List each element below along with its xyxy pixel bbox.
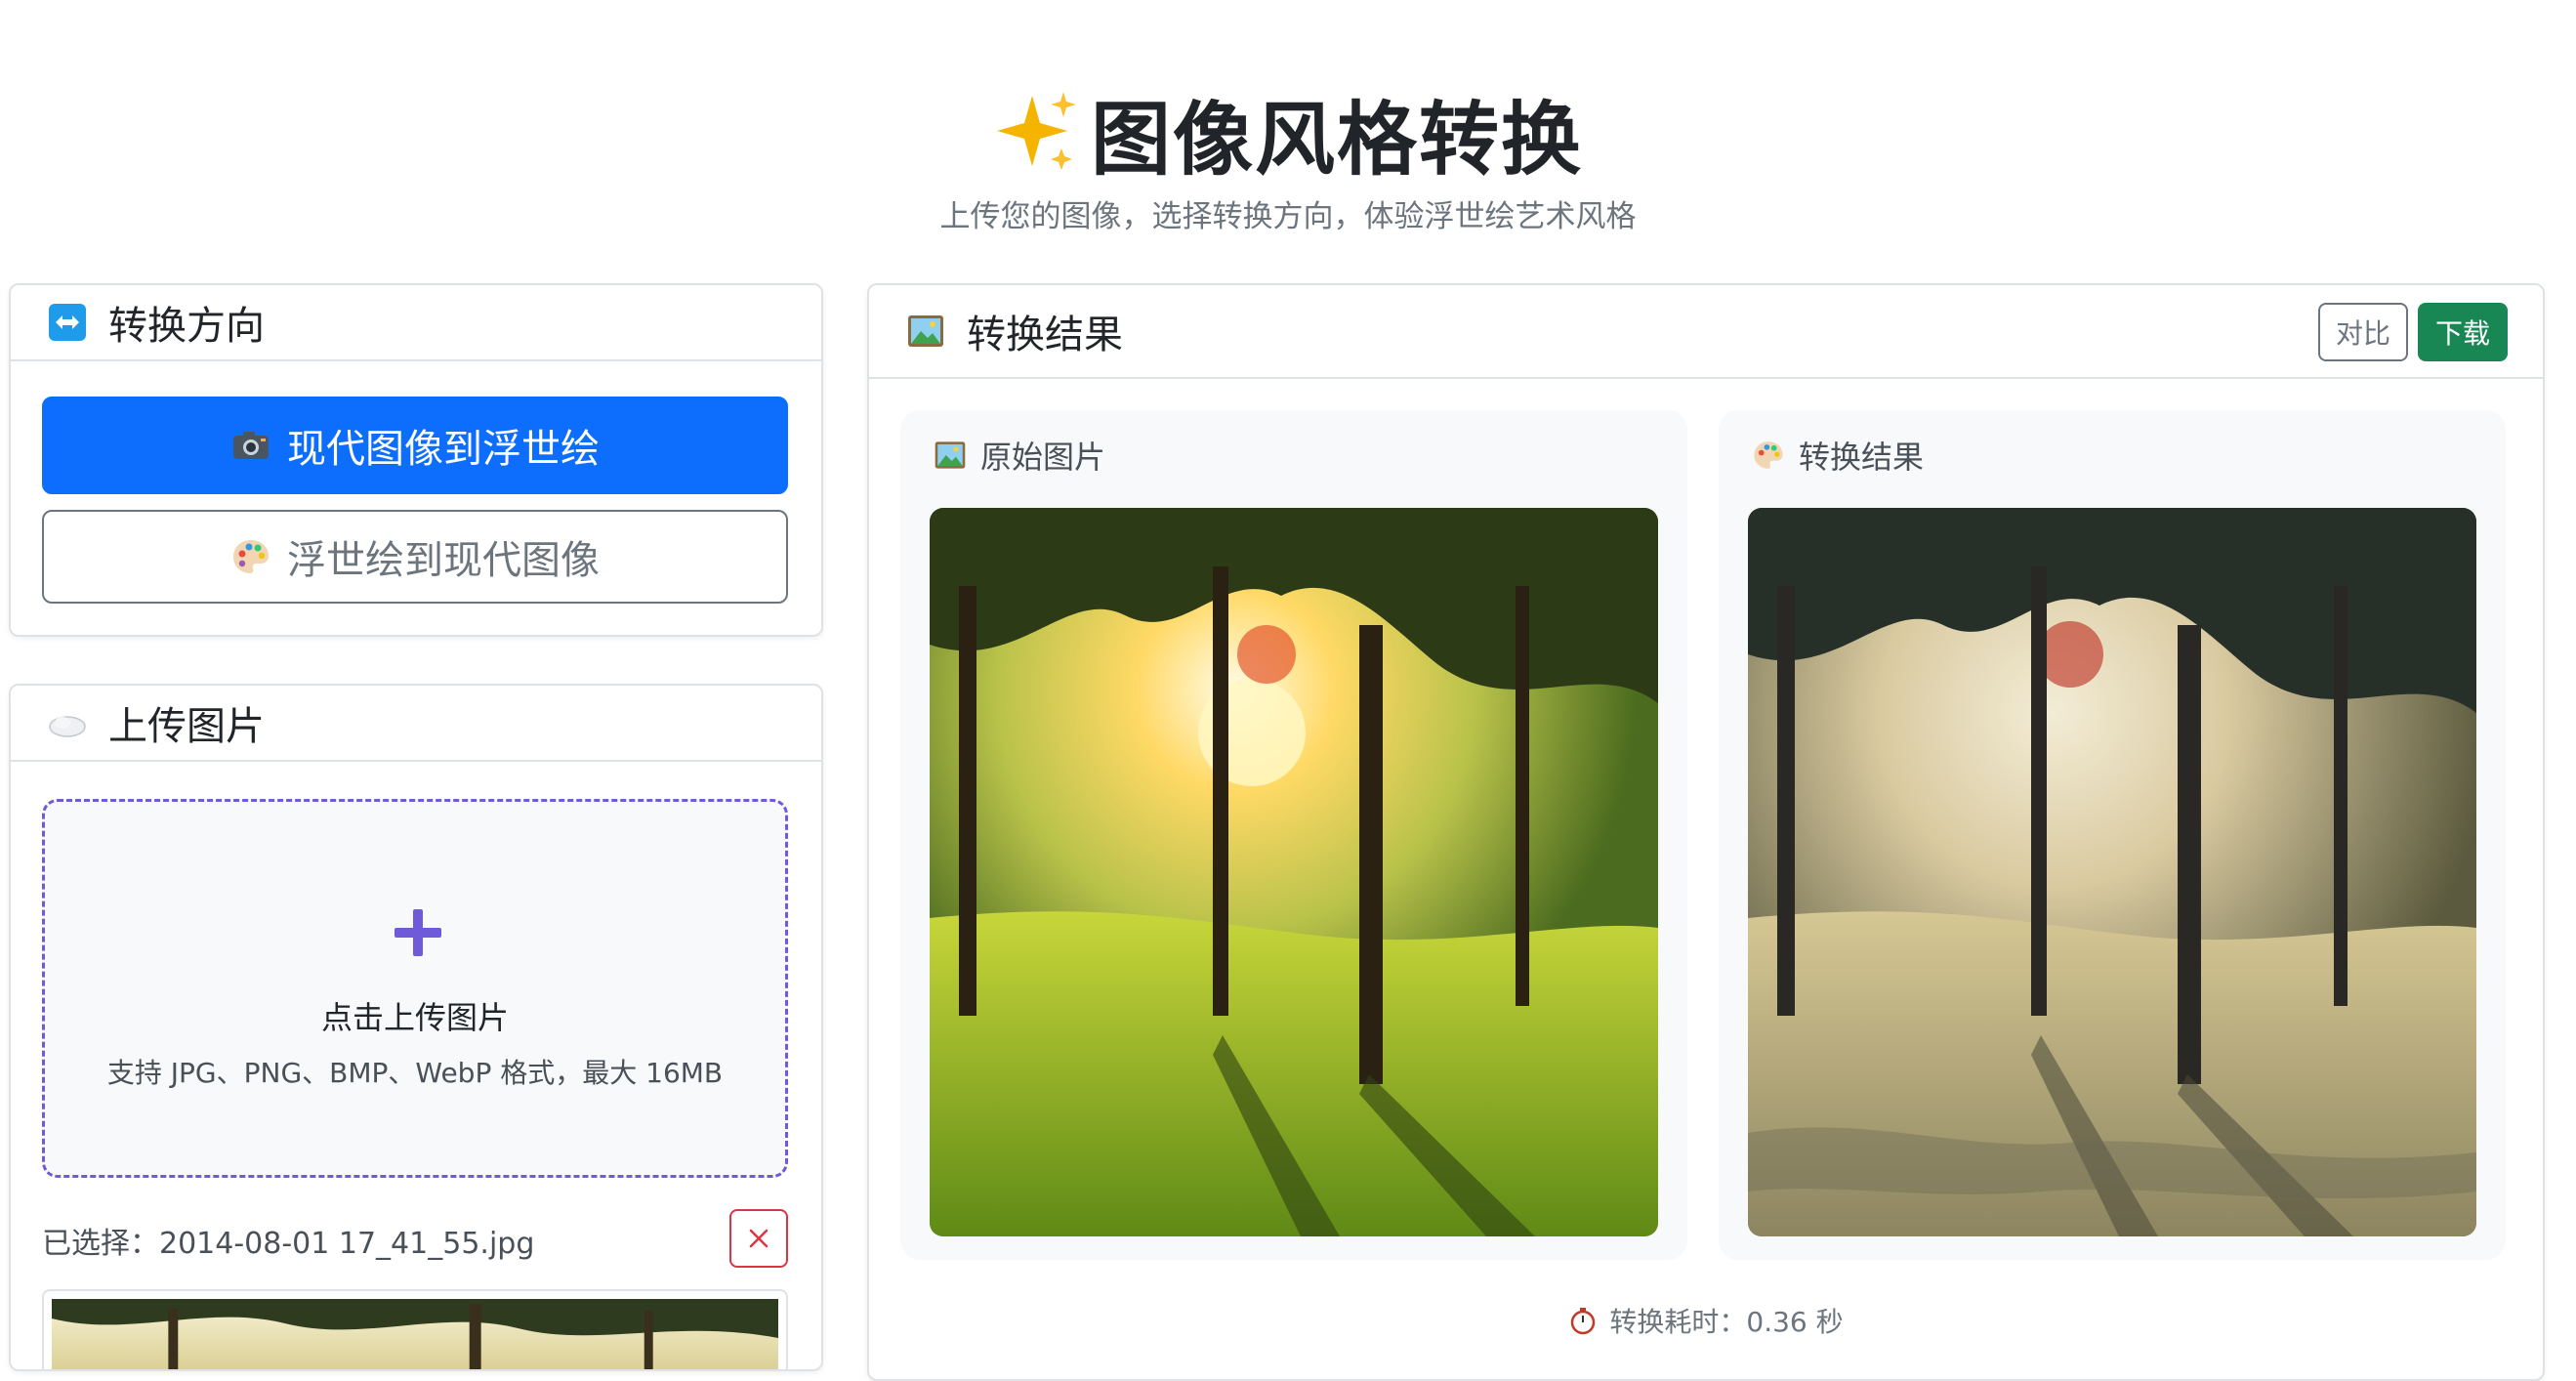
direction-card-header: 转换方向 <box>11 285 821 361</box>
palette-icon <box>1754 441 1783 469</box>
conversion-time: 转换耗时：0.36 秒 <box>869 1301 2543 1340</box>
plus-icon <box>395 909 441 956</box>
upload-card-header: 上传图片 <box>11 686 821 762</box>
modern-to-ukiyoe-button[interactable]: 现代图像到浮世绘 <box>42 397 788 494</box>
original-image-panel: 原始图片 <box>900 410 1687 1260</box>
dropzone-hint: 支持 JPG、PNG、BMP、WebP 格式，最大 16MB <box>106 1057 724 1089</box>
upload-card: 上传图片 点击上传图片 支持 JPG、PNG、BMP、WebP 格式，最大 16… <box>9 684 823 1371</box>
original-label: 原始图片 <box>980 439 1106 476</box>
page-subtitle: 上传您的图像，选择转换方向，体验浮世绘艺术风格 <box>939 199 1637 234</box>
download-button[interactable]: 下载 <box>2418 303 2508 361</box>
conversion-time-text: 转换耗时：0.36 秒 <box>1609 1306 1844 1338</box>
result-title: 转换结果 <box>967 313 1123 357</box>
dropzone-title: 点击上传图片 <box>320 999 509 1036</box>
upload-title: 上传图片 <box>108 704 265 749</box>
result-card: 转换结果 对比 下载 原始图片 转换结果 转换耗时：0.36 秒 <box>867 283 2545 1381</box>
ukiyoe-to-modern-label: 浮世绘到现代图像 <box>287 538 600 583</box>
page-title-row: 图像风格转换 <box>0 78 2576 187</box>
camera-icon <box>233 432 269 459</box>
converted-label-row: 转换结果 <box>1752 436 1925 476</box>
converted-image-panel: 转换结果 <box>1719 410 2506 1260</box>
page-title: 图像风格转换 <box>1090 93 1583 187</box>
original-label-row: 原始图片 <box>934 436 1106 476</box>
ukiyoe-to-modern-button[interactable]: 浮世绘到现代图像 <box>42 510 788 604</box>
remove-file-button[interactable] <box>729 1209 788 1268</box>
upload-preview-image <box>42 1289 788 1369</box>
palette-icon <box>233 540 269 573</box>
converted-label: 转换结果 <box>1799 439 1925 476</box>
converted-image <box>1748 508 2476 1236</box>
stopwatch-icon <box>1571 1308 1596 1335</box>
compare-button[interactable]: 对比 <box>2318 303 2408 361</box>
sparkles-icon <box>996 92 1076 170</box>
upload-dropzone[interactable]: 点击上传图片 支持 JPG、PNG、BMP、WebP 格式，最大 16MB <box>42 799 788 1178</box>
close-icon <box>749 1229 769 1248</box>
cloud-icon <box>49 716 86 737</box>
picture-icon <box>908 315 943 347</box>
selected-file-name: 已选择：2014-08-01 17_41_55.jpg <box>42 1227 535 1261</box>
picture-icon <box>935 441 966 469</box>
result-card-header: 转换结果 <box>869 285 2543 379</box>
modern-to-ukiyoe-label: 现代图像到浮世绘 <box>287 427 600 472</box>
original-image <box>930 508 1658 1236</box>
left-right-arrow-icon <box>49 304 86 341</box>
direction-title: 转换方向 <box>108 304 265 349</box>
direction-card: 转换方向 现代图像到浮世绘 浮世绘到现代图像 <box>9 283 823 637</box>
